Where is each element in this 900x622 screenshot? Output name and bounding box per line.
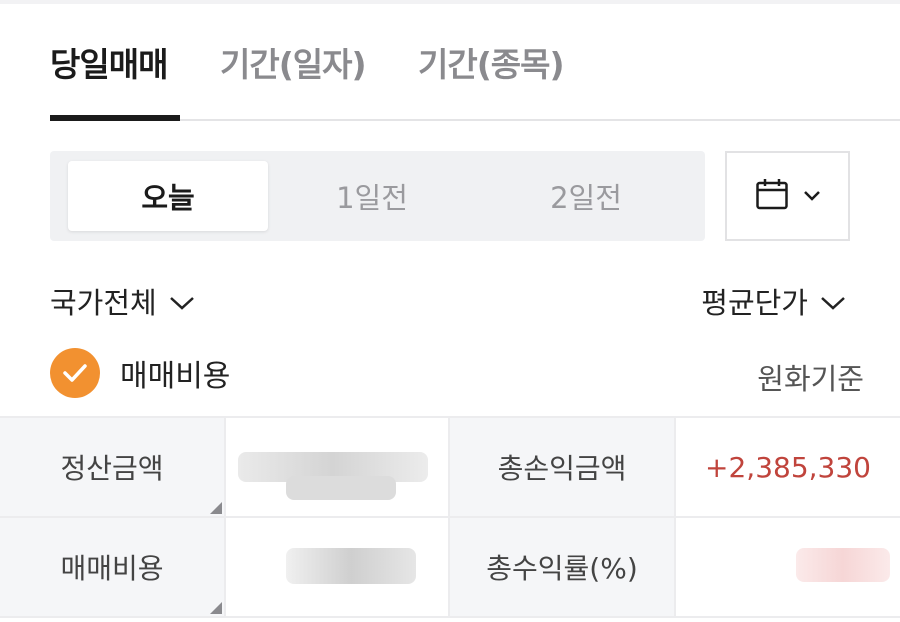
row-divider xyxy=(0,616,900,618)
day-option-2-days-ago[interactable]: 2일전 xyxy=(486,161,686,231)
active-tab-indicator xyxy=(50,115,180,121)
chevron-down-icon xyxy=(169,284,195,318)
tab-today-trades[interactable]: 당일매매 xyxy=(50,38,168,86)
check-icon xyxy=(50,348,100,398)
chevron-down-icon xyxy=(820,284,846,318)
settlement-amount-label: 정산금액 xyxy=(0,418,224,516)
country-filter[interactable]: 국가전체 xyxy=(50,280,195,322)
summary-table: 정산금액 총손익금액 +2,385,330 매매비용 총수익률(%) xyxy=(0,416,900,618)
include-fees-checkbox[interactable]: 매매비용 xyxy=(50,348,230,398)
currency-basis-label: 원화기준 xyxy=(757,362,864,396)
date-picker-button[interactable] xyxy=(725,151,850,241)
column-divider xyxy=(674,418,676,616)
column-divider xyxy=(448,418,450,616)
total-pnl-value: +2,385,330 xyxy=(676,418,900,516)
trading-fee-value xyxy=(226,518,448,616)
corner-marker xyxy=(210,602,222,614)
price-basis-label: 평균단가 xyxy=(701,286,808,320)
day-option-today[interactable]: 오늘 xyxy=(68,161,268,231)
total-pnl-amount: +2,385,330 xyxy=(705,450,871,484)
total-return-rate-label: 총수익률(%) xyxy=(450,518,674,616)
day-selector: 오늘 1일전 2일전 xyxy=(50,151,705,241)
calendar-icon xyxy=(755,177,789,215)
chevron-down-icon xyxy=(803,187,821,206)
total-pnl-label: 총손익금액 xyxy=(450,418,674,516)
column-divider xyxy=(224,418,226,616)
total-return-rate-value xyxy=(676,518,900,616)
corner-marker xyxy=(210,502,222,514)
tab-period-by-stock[interactable]: 기간(종목) xyxy=(418,38,565,86)
trading-fee-label: 매매비용 xyxy=(0,518,224,616)
day-option-1-day-ago[interactable]: 1일전 xyxy=(272,161,472,231)
price-basis-filter[interactable]: 평균단가 xyxy=(701,280,846,322)
tab-period-by-date[interactable]: 기간(일자) xyxy=(220,38,367,86)
settlement-amount-value xyxy=(226,418,448,516)
main-tabs: 당일매매 기간(일자) 기간(종목) xyxy=(0,0,900,122)
include-fees-label: 매매비용 xyxy=(120,359,231,394)
country-filter-label: 국가전체 xyxy=(50,286,157,320)
